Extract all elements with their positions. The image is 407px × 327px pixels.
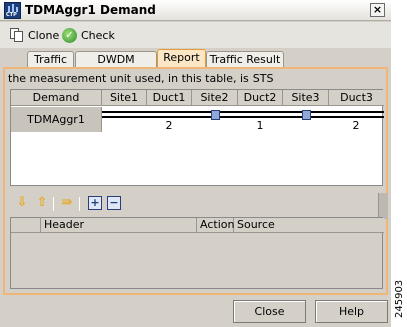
demand-window: CTP TDMAggr1 Demand × Clone ✓ Check Traf… <box>0 0 391 327</box>
actions-toolbar: ⇩ ⇧ ⇛ + − <box>10 193 388 219</box>
app-icon: CTP <box>4 2 21 19</box>
column-header-header: Header <box>41 218 197 233</box>
window-title: TDMAggr1 Demand <box>25 3 156 17</box>
column-header-blank <box>11 218 41 233</box>
collapse-icon[interactable]: − <box>107 196 121 210</box>
tab-report[interactable]: Report <box>157 49 206 69</box>
unit-caption: the measurement unit used, in this table… <box>8 72 273 85</box>
duct1-value: 2 <box>165 119 173 132</box>
column-header-duct1: Duct1 <box>147 90 192 106</box>
toolbar-separator <box>53 197 54 211</box>
toolbar-separator <box>79 197 80 211</box>
column-header-site3: Site3 <box>283 90 329 106</box>
move-down-icon[interactable]: ⇩ <box>15 196 29 210</box>
figure-id: 245903 <box>393 260 407 320</box>
route-line-bottom <box>102 116 384 118</box>
unit-value: STS <box>252 72 274 85</box>
tab-traffic[interactable]: Traffic <box>27 51 74 68</box>
duct3-value: 2 <box>352 119 360 132</box>
site2-node[interactable] <box>211 110 220 120</box>
expand-icon[interactable]: + <box>88 196 102 210</box>
report-grid: Demand Site1 Duct1 Site2 Duct2 Site3 Duc… <box>10 89 384 186</box>
row-header-demand: TDMAggr1 <box>11 107 102 132</box>
toolbar: Clone ✓ Check <box>0 22 391 48</box>
column-header-site1: Site1 <box>102 90 147 106</box>
site3-node[interactable] <box>302 110 311 120</box>
check-label: Check <box>81 28 115 42</box>
column-header-source: Source <box>234 218 384 233</box>
move-up-icon[interactable]: ⇧ <box>35 196 49 210</box>
clone-label: Clone <box>28 28 60 42</box>
dialog-footer: Close Help <box>0 298 391 327</box>
check-button[interactable]: ✓ Check <box>62 26 115 44</box>
figure-id-text: 245903 <box>394 279 405 318</box>
actions-table: Header Action Source <box>10 217 384 289</box>
column-header-action: Action <box>197 218 234 233</box>
tab-strip: Traffic DWDM channel Report Traffic Resu… <box>0 49 391 81</box>
route-line-top <box>102 111 384 113</box>
tab-dwdm-channel[interactable]: DWDM channel <box>75 51 157 81</box>
clone-button[interactable]: Clone <box>10 26 59 44</box>
scrollbar[interactable] <box>378 193 388 219</box>
route-icon[interactable]: ⇛ <box>60 196 74 210</box>
column-header-duct2: Duct2 <box>238 90 283 106</box>
clone-icon <box>10 28 24 42</box>
tab-traffic-result[interactable]: Traffic Result <box>206 51 284 68</box>
report-panel: the measurement unit used, in this table… <box>3 67 388 295</box>
title-bar: CTP TDMAggr1 Demand × <box>0 0 391 21</box>
check-icon: ✓ <box>62 27 77 43</box>
close-button[interactable]: Close <box>233 300 306 323</box>
duct2-value: 1 <box>256 119 264 132</box>
column-header-site2: Site2 <box>192 90 238 106</box>
column-header-demand: Demand <box>11 90 102 106</box>
actions-section: ⇩ ⇧ ⇛ + − Header Action Source <box>10 191 388 291</box>
help-button[interactable]: Help <box>315 300 388 323</box>
unit-prefix: the measurement unit used, in this table… <box>8 72 249 85</box>
column-header-duct3: Duct3 <box>329 90 384 106</box>
close-window-button[interactable]: × <box>370 3 385 17</box>
